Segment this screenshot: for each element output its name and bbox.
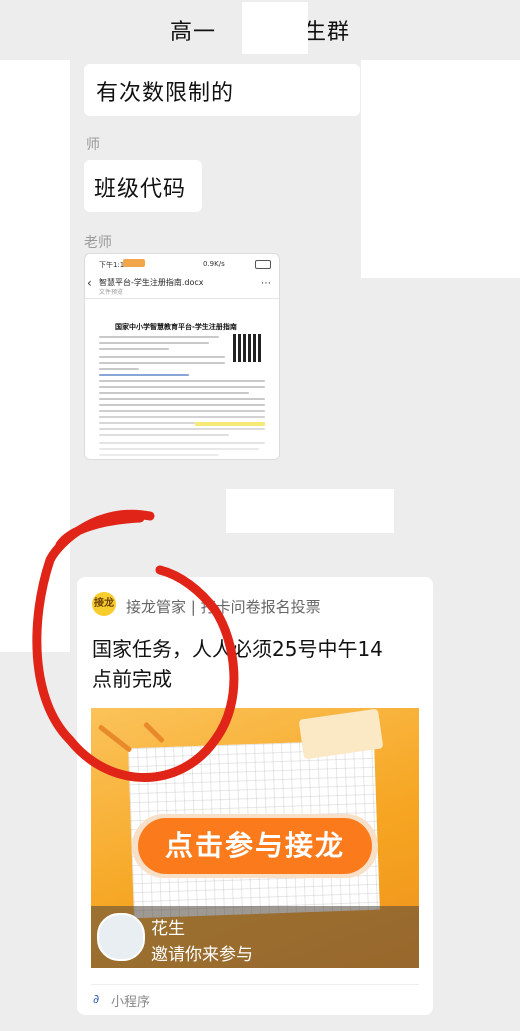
annotation-circle: [32, 509, 239, 782]
